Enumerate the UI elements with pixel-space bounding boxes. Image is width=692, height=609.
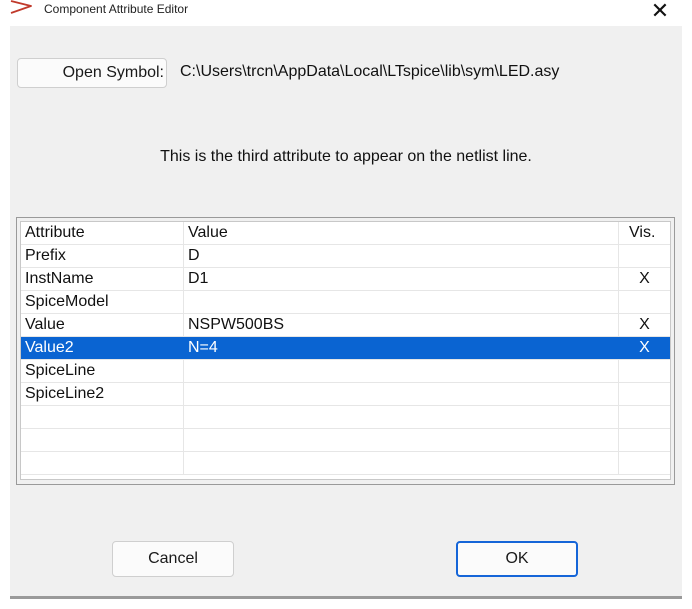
value-cell[interactable] <box>184 360 619 382</box>
column-header-attribute[interactable]: Attribute <box>21 222 184 244</box>
visible-cell[interactable] <box>619 452 670 474</box>
background-window-edge <box>0 596 692 609</box>
component-attribute-editor-dialog: Component Attribute Editor ✕ Open Symbol… <box>10 0 682 596</box>
ltspice-triangle-icon <box>10 0 32 14</box>
table-row[interactable]: SpiceLine <box>21 360 670 383</box>
table-header-row: Attribute Value Vis. <box>21 222 670 245</box>
visible-cell[interactable] <box>619 291 670 313</box>
attribute-cell: Value <box>21 314 184 336</box>
value-cell[interactable] <box>184 429 619 451</box>
value-cell[interactable] <box>184 383 619 405</box>
column-header-vis[interactable]: Vis. <box>619 222 670 244</box>
table-row-empty[interactable] <box>21 452 670 475</box>
value-cell[interactable]: D1 <box>184 268 619 290</box>
table-row[interactable]: Prefix D <box>21 245 670 268</box>
attribute-cell <box>21 452 184 474</box>
table-row[interactable]: InstName D1 X <box>21 268 670 291</box>
visible-cell[interactable] <box>619 360 670 382</box>
attribute-cell: SpiceLine <box>21 360 184 382</box>
background-divider <box>10 596 682 599</box>
table-row-empty[interactable] <box>21 406 670 429</box>
value-cell[interactable]: D <box>184 245 619 267</box>
value-cell[interactable] <box>184 452 619 474</box>
attribute-table[interactable]: Attribute Value Vis. Prefix D InstName D… <box>20 221 671 480</box>
table-row[interactable]: Value NSPW500BS X <box>21 314 670 337</box>
attribute-description: This is the third attribute to appear on… <box>160 148 532 165</box>
visible-cell[interactable] <box>619 383 670 405</box>
visible-cell[interactable] <box>619 406 670 428</box>
visible-cell[interactable] <box>619 245 670 267</box>
column-header-value[interactable]: Value <box>184 222 619 244</box>
close-icon[interactable]: ✕ <box>646 0 674 24</box>
ok-button[interactable]: OK <box>456 541 578 577</box>
attribute-cell: Prefix <box>21 245 184 267</box>
value-cell[interactable] <box>184 291 619 313</box>
attribute-cell: SpiceLine2 <box>21 383 184 405</box>
table-row[interactable]: SpiceLine2 <box>21 383 670 406</box>
attribute-cell: InstName <box>21 268 184 290</box>
value-cell[interactable]: NSPW500BS <box>184 314 619 336</box>
cancel-button[interactable]: Cancel <box>112 541 234 577</box>
attribute-cell: SpiceModel <box>21 291 184 313</box>
title-bar: Component Attribute Editor ✕ <box>10 0 682 26</box>
open-symbol-button[interactable]: Open Symbol: <box>17 58 167 88</box>
table-row-empty[interactable] <box>21 429 670 452</box>
window-title: Component Attribute Editor <box>44 2 189 16</box>
attribute-table-frame: Attribute Value Vis. Prefix D InstName D… <box>16 217 675 485</box>
visible-cell[interactable]: X <box>619 314 670 336</box>
attribute-cell <box>21 406 184 428</box>
table-row-selected[interactable]: Value2 N=4 X <box>21 337 670 360</box>
visible-cell[interactable] <box>619 429 670 451</box>
value-cell[interactable]: N=4 <box>184 337 619 359</box>
screenshot-page: Component Attribute Editor ✕ Open Symbol… <box>0 0 692 609</box>
visible-cell[interactable]: X <box>619 337 670 359</box>
visible-cell[interactable]: X <box>619 268 670 290</box>
table-row[interactable]: SpiceModel <box>21 291 670 314</box>
symbol-path: C:\Users\trcn\AppData\Local\LTspice\lib\… <box>180 63 560 80</box>
attribute-cell <box>21 429 184 451</box>
value-cell[interactable] <box>184 406 619 428</box>
attribute-cell: Value2 <box>21 337 184 359</box>
